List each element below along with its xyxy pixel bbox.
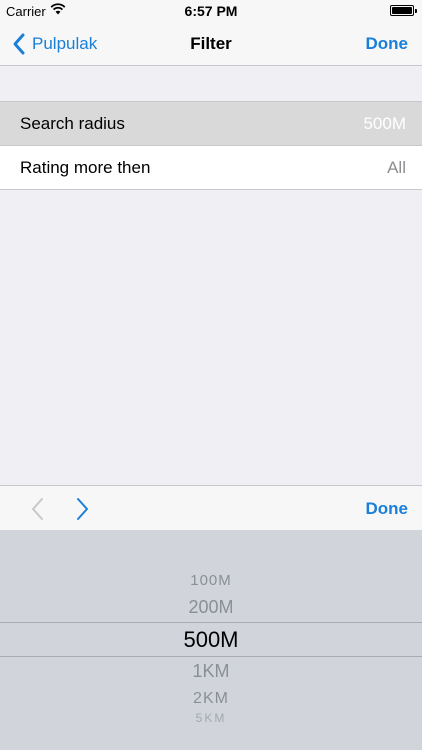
picker-selection-top: [0, 622, 422, 623]
filter-row-search-radius[interactable]: Search radius 500M: [0, 101, 422, 145]
picker-toolbar: Done: [0, 485, 422, 530]
picker-done-button[interactable]: Done: [366, 499, 409, 519]
picker-option[interactable]: 200M: [0, 597, 422, 618]
clock: 6:57 PM: [184, 3, 238, 19]
picker-option[interactable]: 100M: [0, 572, 422, 589]
picker-option[interactable]: 1KM: [0, 661, 422, 682]
chevron-left-icon: [32, 498, 43, 520]
picker-option-selected[interactable]: 500M: [0, 627, 422, 653]
rating-value: All: [387, 158, 406, 177]
chevron-right-icon[interactable]: [72, 496, 92, 522]
status-bar: Carrier 6:57 PM: [0, 0, 422, 22]
search-radius-label: Search radius: [20, 114, 125, 133]
back-button[interactable]: Pulpulak: [10, 31, 97, 57]
battery-icon: [390, 5, 417, 16]
filter-row-rating[interactable]: Rating more then All: [0, 146, 422, 190]
filter-screen: Carrier 6:57 PM Pulpulak Filter Done Sea…: [0, 0, 422, 750]
search-radius-value: 500M: [363, 114, 406, 133]
radius-picker[interactable]: 100M 200M 500M 1KM 2KM 5KM: [0, 530, 422, 750]
chevron-left-icon: [13, 33, 25, 55]
back-button-label: Pulpulak: [32, 34, 98, 53]
done-button[interactable]: Done: [366, 34, 409, 54]
picker-option[interactable]: 5KM: [0, 711, 422, 725]
picker-option[interactable]: 2KM: [0, 690, 422, 708]
picker-selection-bottom: [0, 656, 422, 657]
rating-label: Rating more then: [20, 158, 151, 177]
navigation-bar: Pulpulak Filter Done: [0, 22, 422, 66]
